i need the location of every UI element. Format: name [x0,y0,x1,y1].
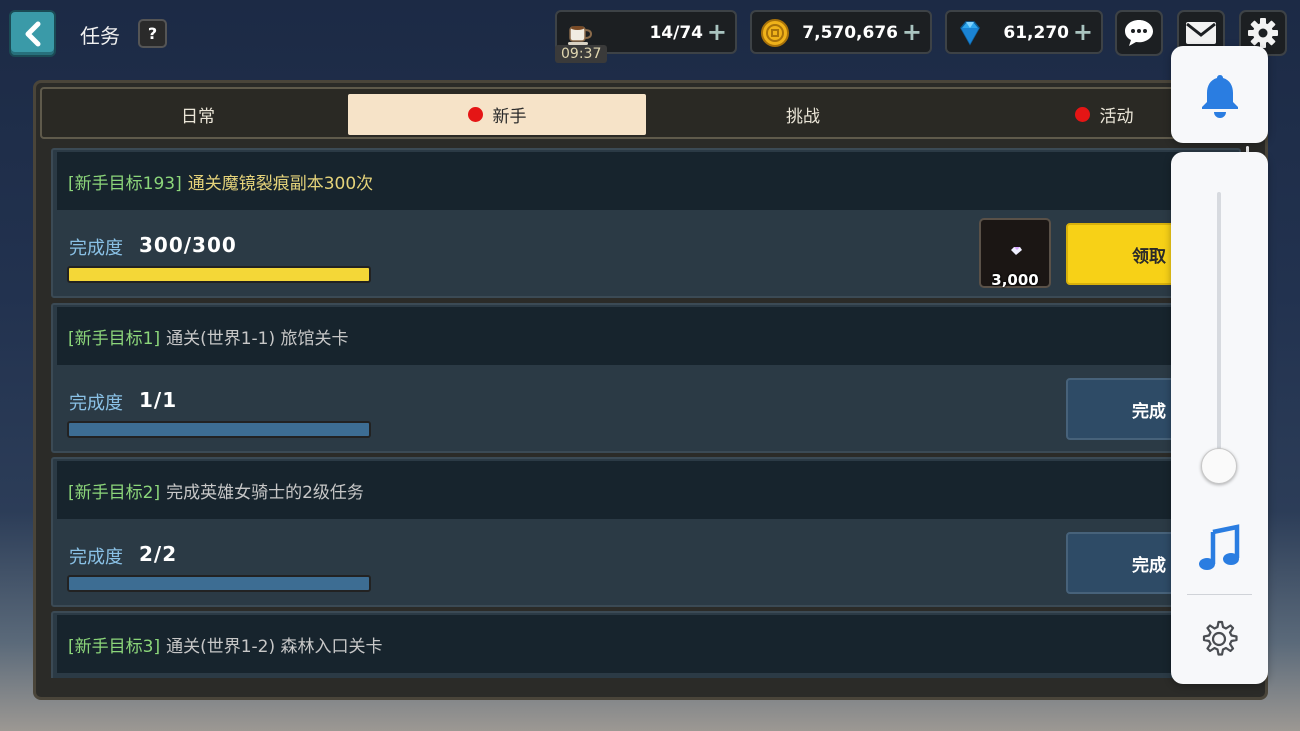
gold-value: 7,570,676 [802,23,898,43]
stamina-timer: 09:37 [555,45,608,63]
gold-counter: 7,570,676 + [750,10,932,54]
gear-icon [1248,18,1278,48]
gem-value: 61,270 [1003,23,1069,43]
gold-plus-button[interactable]: + [902,18,922,46]
bell-icon [1201,74,1238,118]
quest-description: 通关(世界1-1) 旅馆关卡 [166,328,349,349]
quest-title: [新手目标1] 通关(世界1-1) 旅馆关卡 [57,307,1235,365]
tab-label: 日常 [181,107,215,127]
quest-tag: [新手目标193] [68,173,182,194]
tab-beginner[interactable]: 新手 [348,94,646,135]
progress-label: 完成度 [69,238,123,259]
progress-value: 2/2 [139,542,178,566]
volume-slider-track[interactable] [1217,192,1221,482]
progress-value: 300/300 [139,233,237,257]
progress-label: 完成度 [69,393,123,414]
coffee-icon [568,26,593,45]
tab-label: 活动 [1099,107,1134,127]
tab-bar: 日常 新手 挑战 活动 [40,87,1260,139]
chat-icon [1125,20,1153,46]
divider [1187,594,1252,595]
notification-toggle[interactable] [1171,46,1268,143]
chat-button[interactable] [1115,10,1163,56]
tab-daily[interactable]: 日常 [49,94,347,135]
quest-title: [新手目标3] 通关(世界1-2) 森林入口关卡 [57,615,1235,673]
back-icon [25,21,40,46]
quest-tag: [新手目标1] [68,328,161,349]
quest-description: 完成英雄女骑士的2级任务 [166,482,364,503]
quest-description: 通关魔镜裂痕副本300次 [187,173,374,194]
diamond-icon [960,21,980,46]
quest-tag: [新手目标2] [68,482,161,503]
volume-slider-knob[interactable] [1201,448,1237,484]
settings-icon[interactable] [1198,618,1240,660]
progress-fill [69,423,369,436]
tab-label: 挑战 [786,107,820,127]
volume-panel [1171,152,1268,684]
progress-bar [67,421,371,438]
tab-challenge[interactable]: 挑战 [654,94,952,135]
reward-amount: 3,000 [991,271,1039,289]
notification-dot [1074,107,1090,122]
help-button[interactable]: ? [138,19,167,48]
progress-bar [67,266,371,283]
progress-bar [67,575,371,592]
quest-item: [新手目标2] 完成英雄女骑士的2级任务 完成度 2/2 完成 [51,457,1241,607]
stamina-value: 14/74 [649,23,703,43]
quest-title: [新手目标193] 通关魔镜裂痕副本300次 [57,152,1235,210]
gem-plus-button[interactable]: + [1073,18,1093,46]
quest-tag: [新手目标3] [68,636,161,657]
quest-description: 通关(世界1-2) 森林入口关卡 [166,636,383,657]
progress-value: 1/1 [139,388,178,412]
quest-item: [新手目标3] 通关(世界1-2) 森林入口关卡 [51,611,1241,678]
mail-icon [1186,22,1216,44]
quest-title: [新手目标2] 完成英雄女骑士的2级任务 [57,461,1235,519]
coin-icon [761,19,789,47]
quest-list[interactable]: [新手目标193] 通关魔镜裂痕副本300次 完成度 300/300 3,000… [51,148,1241,678]
quest-item: [新手目标1] 通关(世界1-1) 旅馆关卡 完成度 1/1 完成 [51,303,1241,453]
stamina-plus-button[interactable]: + [707,18,727,46]
progress-fill [69,577,369,590]
reward-slot[interactable]: 3,000 [979,218,1051,289]
progress-label: 完成度 [69,547,123,568]
music-note-icon[interactable] [1197,524,1243,572]
progress-fill [69,268,369,281]
quest-item: [新手目标193] 通关魔镜裂痕副本300次 完成度 300/300 3,000… [51,148,1241,298]
notification-dot [467,107,483,122]
gem-counter: 61,270 + [945,10,1103,54]
page-title: 任务 [80,24,120,48]
crystal-icon [1011,247,1022,255]
back-button[interactable] [9,10,56,57]
tab-label: 新手 [492,107,527,127]
